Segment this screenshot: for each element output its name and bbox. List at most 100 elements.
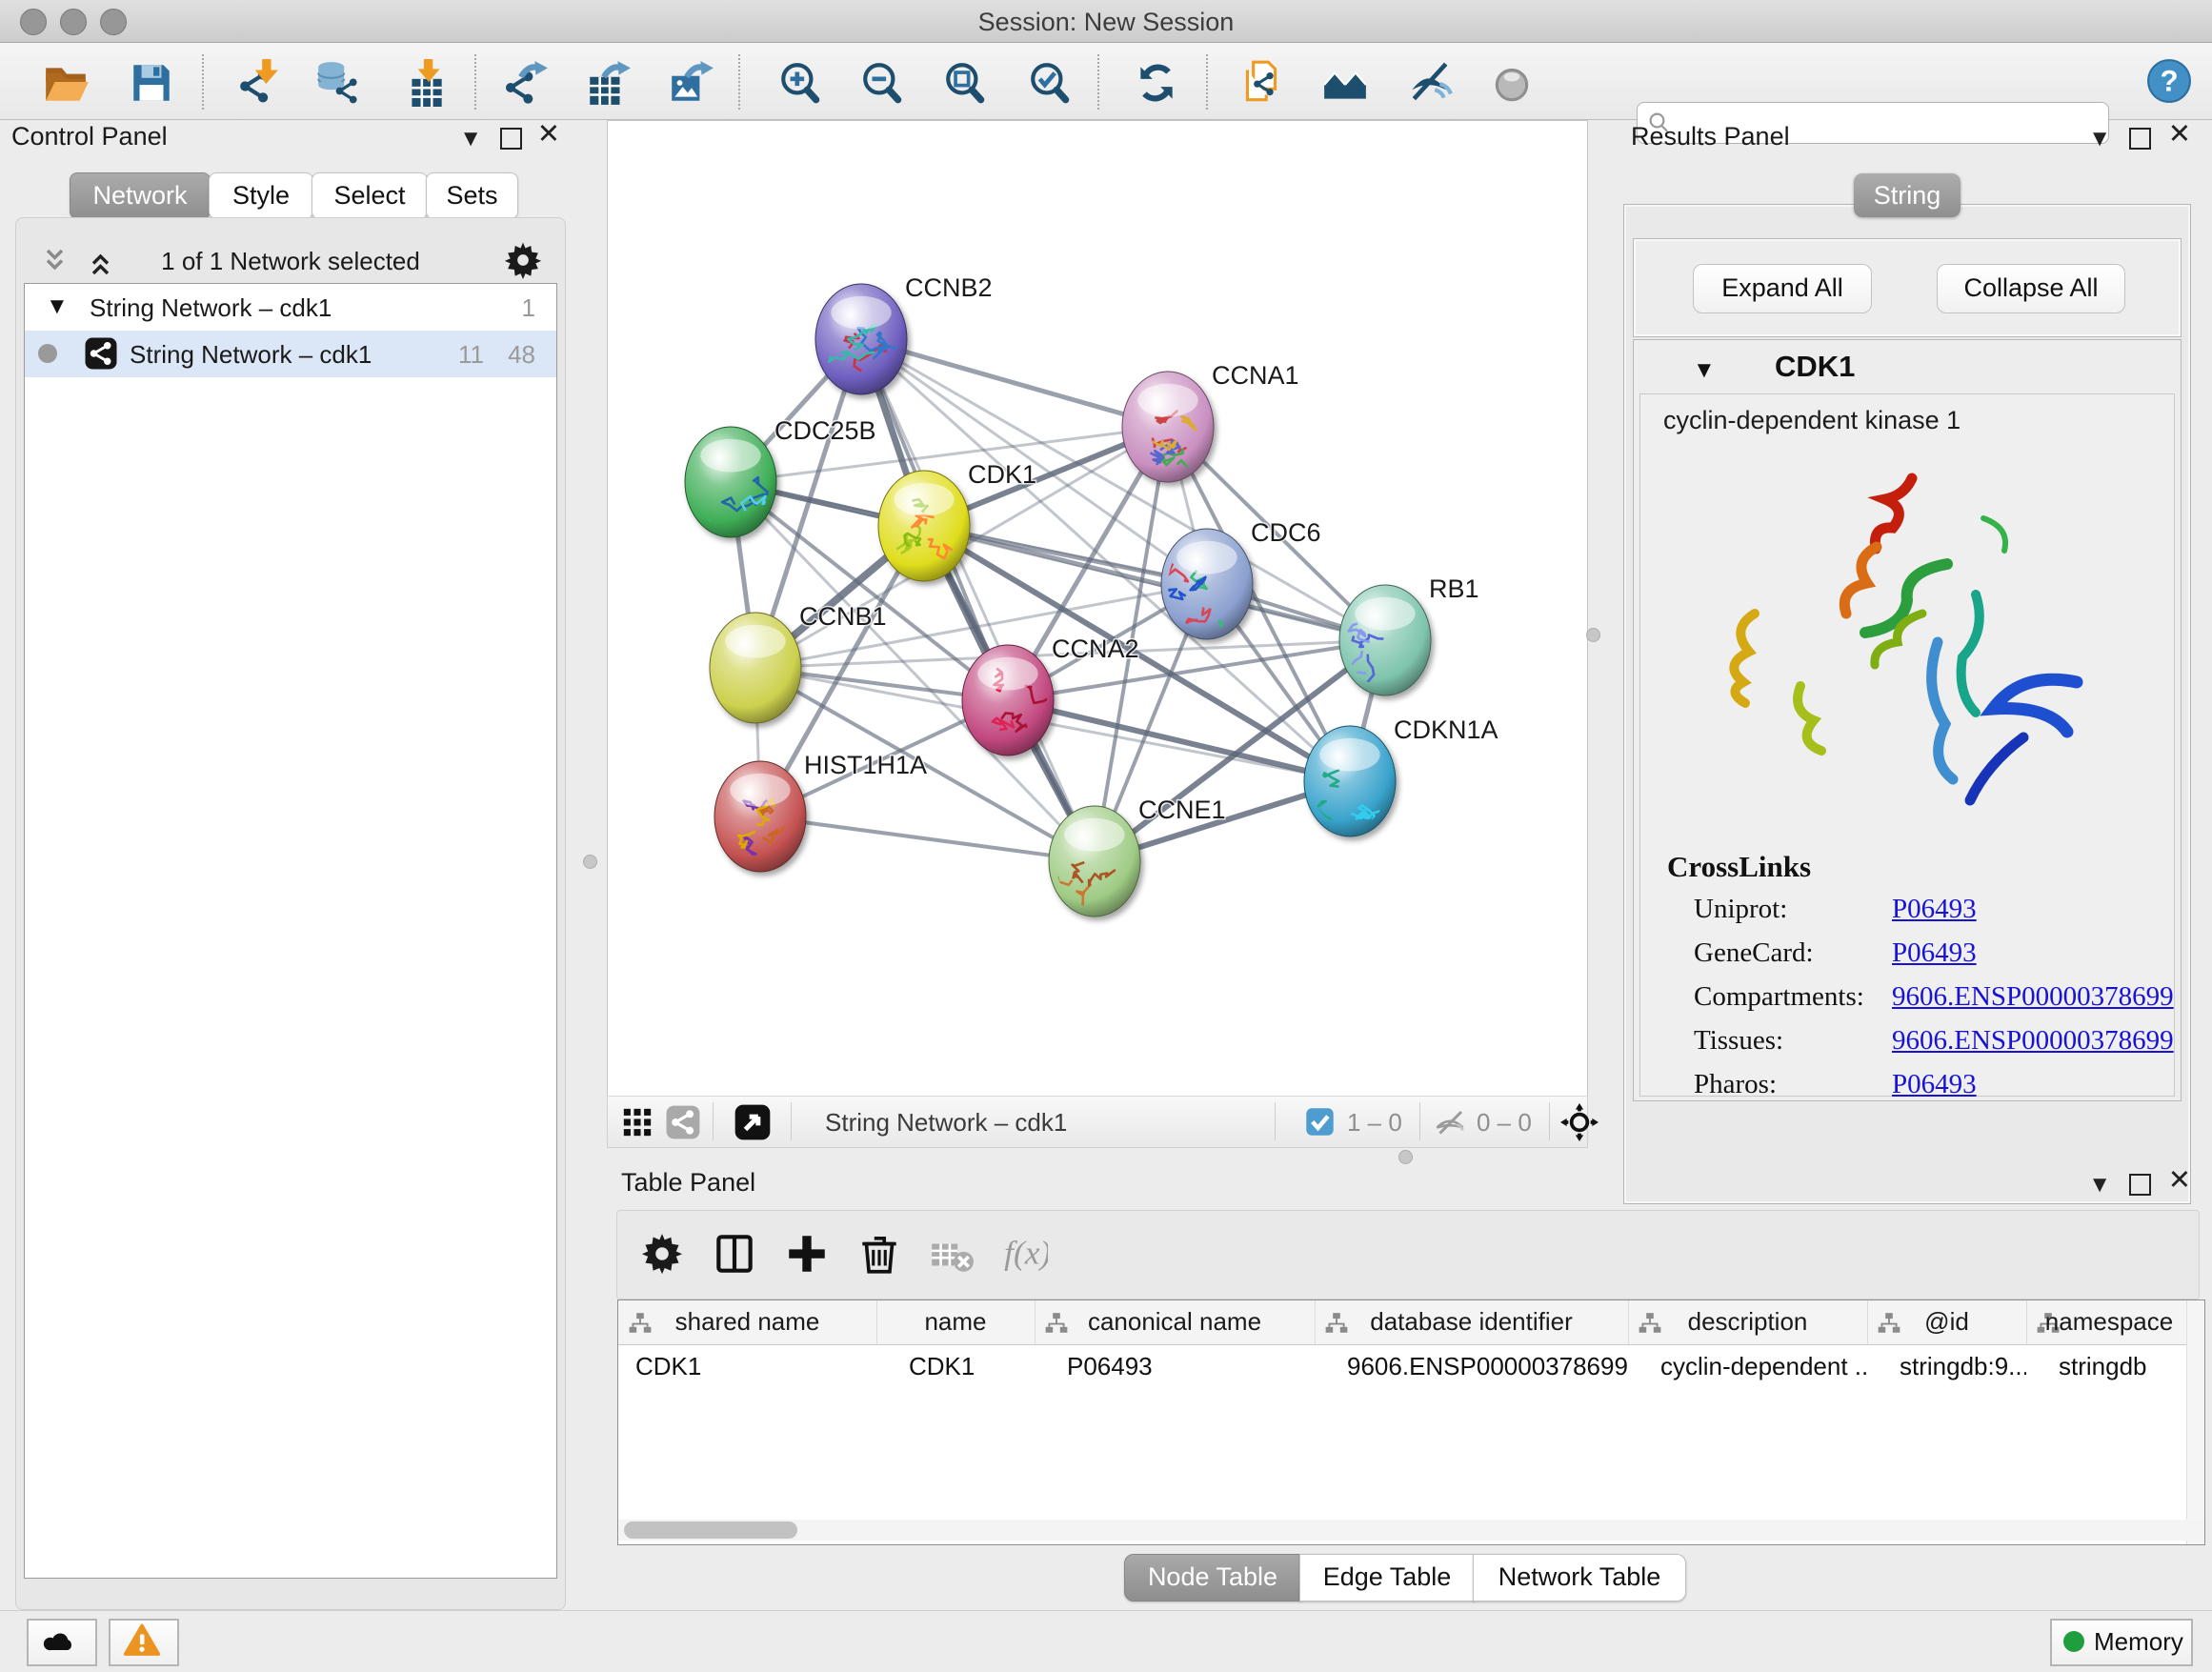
horizontal-splitter-handle[interactable]	[1398, 1150, 1413, 1164]
scrollbar-thumb[interactable]	[624, 1521, 797, 1539]
crosslink-link[interactable]: P06493	[1892, 894, 1977, 925]
share-view-icon[interactable]	[665, 1104, 701, 1140]
column-header-name[interactable]: name	[876, 1300, 1036, 1344]
open-file-icon[interactable]	[42, 59, 90, 107]
table-cell[interactable]: stringdb	[2026, 1344, 2192, 1388]
zoom-in-icon[interactable]	[777, 59, 825, 107]
clone-network-icon[interactable]	[1237, 59, 1285, 107]
neighbors-icon[interactable]	[1321, 59, 1369, 107]
delete-table-icon	[928, 1230, 975, 1278]
panel-close-icon[interactable]: ✕	[537, 126, 560, 144]
cloud-button[interactable]	[27, 1619, 97, 1666]
panel-collapse-icon[interactable]: ▼	[2088, 126, 2111, 152]
table-cell[interactable]: 9606.ENSP00000378699	[1315, 1344, 1628, 1388]
crosslink-link[interactable]: 9606.ENSP00000378699	[1892, 1025, 2174, 1057]
grid-view-icon[interactable]	[621, 1106, 654, 1138]
refresh-layout-icon[interactable]	[1133, 59, 1180, 107]
crosslink-link[interactable]: P06493	[1892, 937, 1977, 969]
network-collection-row[interactable]: ▼ String Network – cdk1 1	[25, 284, 556, 331]
tab-style[interactable]: Style	[209, 172, 313, 219]
zoom-selected-icon[interactable]	[1027, 59, 1075, 107]
column-header-@id[interactable]: @id	[1867, 1300, 2027, 1344]
network-type-icon	[84, 336, 118, 371]
column-header-database-identifier[interactable]: database identifier	[1315, 1300, 1629, 1344]
graph-node-HIST1H1A	[714, 761, 806, 872]
help-icon[interactable]: ?	[2145, 57, 2193, 105]
panel-close-icon[interactable]: ✕	[2168, 1172, 2191, 1190]
network-canvas[interactable]: CCNB2CCNA1CDC25BCDK1CDC6RB1CCNB1CCNA2CDK…	[607, 120, 1588, 1097]
import-database-icon[interactable]	[314, 59, 362, 107]
export-image-icon[interactable]	[667, 59, 714, 107]
gene-name: CDK1	[1775, 350, 1855, 384]
zoom-fit-icon[interactable]	[942, 59, 990, 107]
graph-node-CDK1	[878, 471, 970, 581]
tab-edge-table[interactable]: Edge Table	[1299, 1554, 1475, 1601]
gear-icon[interactable]	[638, 1230, 686, 1278]
panel-float-icon[interactable]	[2129, 128, 2151, 150]
show-items-icon[interactable]	[1488, 59, 1536, 107]
table-cell[interactable]: CDK1	[618, 1344, 876, 1388]
tab-select[interactable]: Select	[312, 172, 428, 219]
control-panel: Control Panel ▼ ✕ NetworkStyleSelectSets…	[8, 122, 572, 1608]
table-vertical-scrollbar[interactable]	[2186, 1300, 2204, 1544]
network-view-title: String Network – cdk1	[825, 1108, 1067, 1138]
panel-collapse-icon[interactable]: ▼	[459, 126, 482, 152]
gear-icon[interactable]	[504, 241, 542, 279]
tab-string[interactable]: String	[1854, 173, 1961, 217]
panel-float-icon[interactable]	[2129, 1174, 2151, 1196]
warning-button[interactable]	[109, 1619, 179, 1666]
table-horizontal-scrollbar[interactable]	[618, 1520, 2204, 1541]
node-table[interactable]: shared namenamecanonical namedatabase id…	[617, 1299, 2205, 1545]
function-icon: f(x)	[1000, 1230, 1048, 1278]
trash-icon[interactable]	[855, 1230, 903, 1278]
save-icon[interactable]	[128, 59, 175, 107]
crosslink-link[interactable]: 9606.ENSP00000378699	[1892, 981, 2174, 1013]
control-panel-title: Control Panel	[11, 122, 168, 151]
table-cell[interactable]: cyclin-dependent ...	[1628, 1344, 1867, 1388]
panel-collapse-icon[interactable]: ▼	[2088, 1172, 2111, 1199]
table-cell[interactable]: stringdb:9...	[1867, 1344, 2026, 1388]
column-header-namespace[interactable]: namespace	[2026, 1300, 2193, 1344]
crosshair-icon[interactable]	[1560, 1103, 1599, 1141]
node-label: CDC25B	[774, 416, 876, 445]
hide-items-icon[interactable]	[1405, 59, 1453, 107]
crosslink-link[interactable]: P06493	[1892, 1069, 1977, 1100]
columns-icon[interactable]	[711, 1230, 758, 1278]
panel-close-icon[interactable]: ✕	[2168, 126, 2191, 144]
tab-network-table[interactable]: Network Table	[1473, 1554, 1686, 1601]
svg-text:?: ?	[2160, 64, 2178, 97]
left-splitter-handle[interactable]	[583, 855, 597, 869]
tab-node-table[interactable]: Node Table	[1124, 1554, 1301, 1601]
right-splitter-handle[interactable]	[1586, 628, 1600, 642]
protein-structure-image	[1698, 461, 2117, 833]
network-row-selected[interactable]: String Network – cdk1 11 48	[25, 331, 556, 377]
column-header-shared-name[interactable]: shared name	[618, 1300, 877, 1344]
node-label: CCNA1	[1212, 361, 1299, 390]
crosslink-label: Pharos:	[1694, 1069, 1777, 1099]
memory-button[interactable]: Memory	[2050, 1619, 2193, 1666]
export-network-icon[interactable]	[501, 59, 549, 107]
crosslink-row: Tissues:9606.ENSP00000378699	[1694, 1025, 2151, 1069]
section-caret-icon[interactable]: ▼	[1693, 357, 1716, 384]
zoom-out-icon[interactable]	[859, 59, 907, 107]
table-panel: Table Panel ▼ ✕ f(x) shared namenamecano…	[607, 1164, 2212, 1545]
tree-caret-icon[interactable]: ▼	[46, 293, 69, 320]
tab-network[interactable]: Network	[70, 172, 211, 219]
panel-float-icon[interactable]	[500, 128, 522, 150]
table-cell[interactable]: CDK1	[876, 1344, 1035, 1388]
column-header-description[interactable]: description	[1628, 1300, 1868, 1344]
add-icon[interactable]	[783, 1230, 831, 1278]
collapse-all-button[interactable]: Collapse All	[1937, 264, 2125, 313]
graph-node-RB1	[1339, 585, 1431, 697]
birdseye-view-icon[interactable]	[734, 1103, 772, 1141]
selected-checkbox-icon[interactable]	[1305, 1107, 1335, 1137]
hidden-eye-icon	[1433, 1106, 1467, 1140]
import-table-icon[interactable]	[402, 59, 450, 107]
table-cell[interactable]: P06493	[1035, 1344, 1315, 1388]
import-network-icon[interactable]	[235, 59, 283, 107]
tab-sets[interactable]: Sets	[426, 172, 518, 219]
expand-all-button[interactable]: Expand All	[1693, 264, 1872, 313]
export-table-icon[interactable]	[584, 59, 632, 107]
svg-text:f(x): f(x)	[1004, 1233, 1048, 1271]
column-header-canonical-name[interactable]: canonical name	[1035, 1300, 1316, 1344]
